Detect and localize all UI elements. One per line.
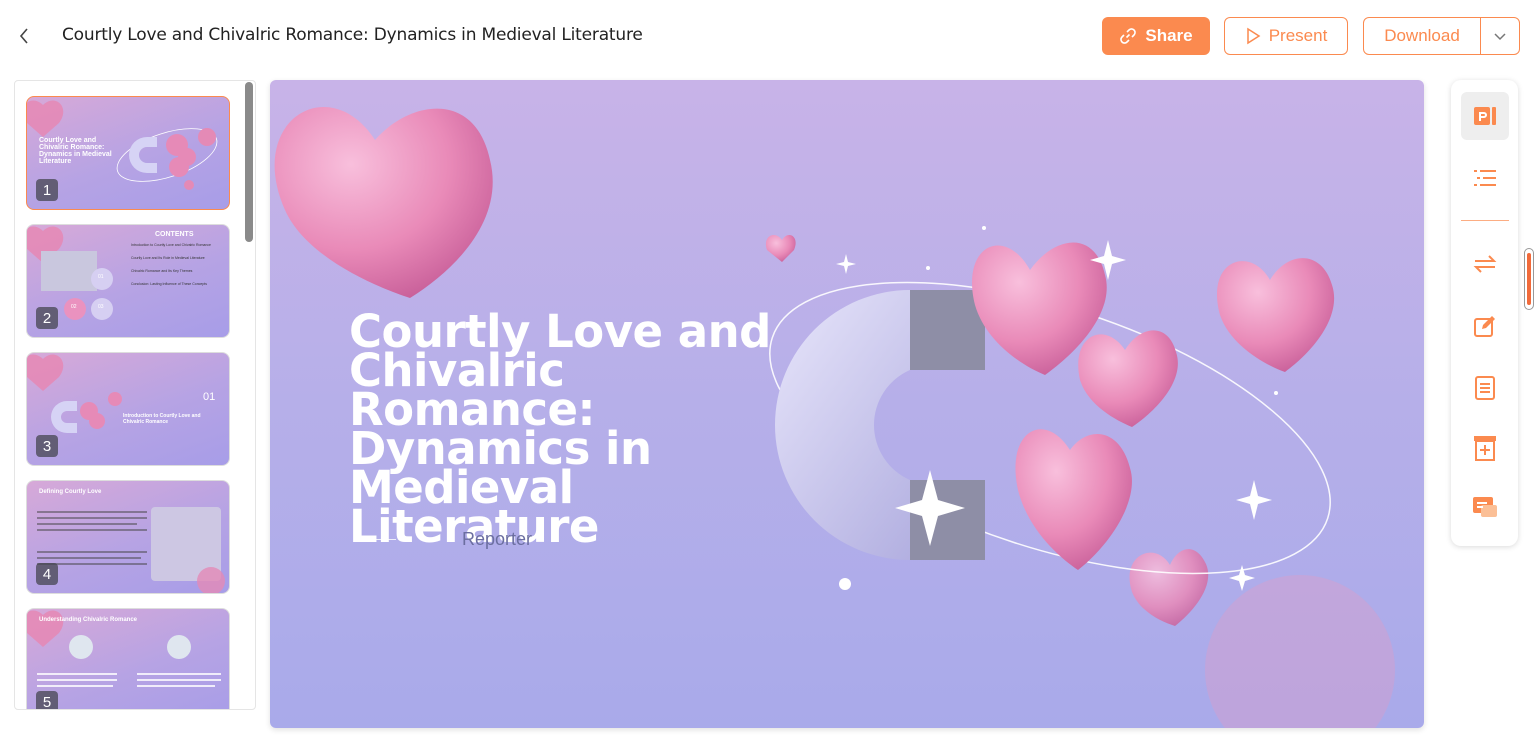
comment-tool[interactable] — [1461, 484, 1509, 532]
thumbnail-heading: CONTENTS — [155, 231, 194, 238]
slide-canvas[interactable]: Courtly Love and Chivalric Romance: Dyna… — [270, 80, 1424, 728]
chevron-down-icon — [1494, 33, 1506, 41]
reporter-divider — [354, 539, 396, 540]
contents-item: Courtly Love and Its Role in Medieval Li… — [131, 256, 205, 260]
contents-item: Chivalric Romance and Its Key Themes — [131, 269, 193, 273]
thumbnail-title: Understanding Chivalric Romance — [39, 617, 138, 623]
template-icon — [1474, 436, 1496, 461]
slide-number-badge: 4 — [36, 563, 58, 585]
contents-item: Introduction to Courtly Love and Chivalr… — [131, 243, 211, 247]
slide-number-badge: 2 — [36, 307, 58, 329]
slide-number-badge: 5 — [36, 691, 58, 709]
share-label: Share — [1145, 26, 1193, 45]
contents-list: Introduction to Courtly Love and Chivalr… — [131, 243, 223, 287]
thumbnail-title: Courtly Love and Chivalric Romance: Dyna… — [39, 137, 112, 165]
contents-circle-1: 01 — [98, 274, 104, 280]
page-scrollbar-thumb[interactable] — [1527, 253, 1531, 305]
back-button[interactable] — [14, 24, 34, 48]
download-button[interactable]: Download — [1363, 17, 1481, 55]
edit-tool[interactable] — [1461, 302, 1509, 350]
download-options-button[interactable] — [1480, 17, 1520, 55]
link-icon — [1120, 28, 1137, 44]
slide-thumbnail-1[interactable]: Courtly Love and Chivalric Romance: Dyna… — [26, 96, 230, 210]
share-button[interactable]: Share — [1102, 17, 1210, 55]
presentation-icon — [1474, 107, 1496, 125]
header: Courtly Love and Chivalric Romance: Dyna… — [0, 0, 1536, 72]
contents-circle-2: 02 — [71, 304, 77, 310]
toolbar-divider — [1461, 220, 1509, 221]
chevron-left-icon — [19, 28, 28, 44]
slide-title: Courtly Love and Chivalric Romance: Dyna… — [349, 305, 771, 553]
present-label: Present — [1268, 26, 1328, 45]
notes-icon — [1475, 376, 1495, 400]
section-number: 01 — [203, 391, 216, 403]
slide-number-badge: 3 — [36, 435, 58, 457]
thumbnail-title: Introduction to Courtly Love and Chivalr… — [123, 413, 201, 425]
slide-thumbnail-5[interactable]: Understanding Chivalric Romance 5 — [26, 608, 230, 709]
slide-thumbnail-3[interactable]: 01 Introduction to Courtly Love and Chiv… — [26, 352, 230, 466]
comment-icon — [1473, 497, 1497, 517]
switch-icon — [1473, 255, 1497, 273]
switch-tool[interactable] — [1461, 240, 1509, 288]
slide-thumbnail-4[interactable]: Defining Courtly Love 4 — [26, 480, 230, 594]
document-title: Courtly Love and Chivalric Romance: Dyna… — [62, 25, 643, 45]
slide-number-badge: 1 — [36, 179, 58, 201]
thumbnail-title: Defining Courtly Love — [39, 489, 102, 495]
contents-circle-3: 03 — [98, 304, 104, 310]
outline-tool[interactable] — [1461, 154, 1509, 202]
slide-thumbnail-panel[interactable]: Courtly Love and Chivalric Romance: Dyna… — [14, 80, 256, 710]
notes-tool[interactable] — [1461, 364, 1509, 412]
right-toolbar — [1451, 80, 1518, 546]
slide-thumbnail-2[interactable]: CONTENTS 01 02 03 Introduction to Courtl… — [26, 224, 230, 338]
reporter-label: Reporter — [462, 529, 533, 549]
contents-item: Conclusion: Lasting Influence of These C… — [131, 282, 208, 286]
outline-icon — [1474, 170, 1496, 186]
play-icon — [1246, 27, 1261, 45]
template-tool[interactable] — [1461, 424, 1509, 472]
present-button[interactable]: Present — [1224, 17, 1348, 55]
page-scrollbar[interactable] — [1524, 248, 1534, 310]
thumbnail-scrollbar[interactable] — [245, 82, 253, 242]
edit-icon — [1474, 316, 1495, 337]
download-label: Download — [1384, 26, 1460, 45]
presentation-tool[interactable] — [1461, 92, 1509, 140]
